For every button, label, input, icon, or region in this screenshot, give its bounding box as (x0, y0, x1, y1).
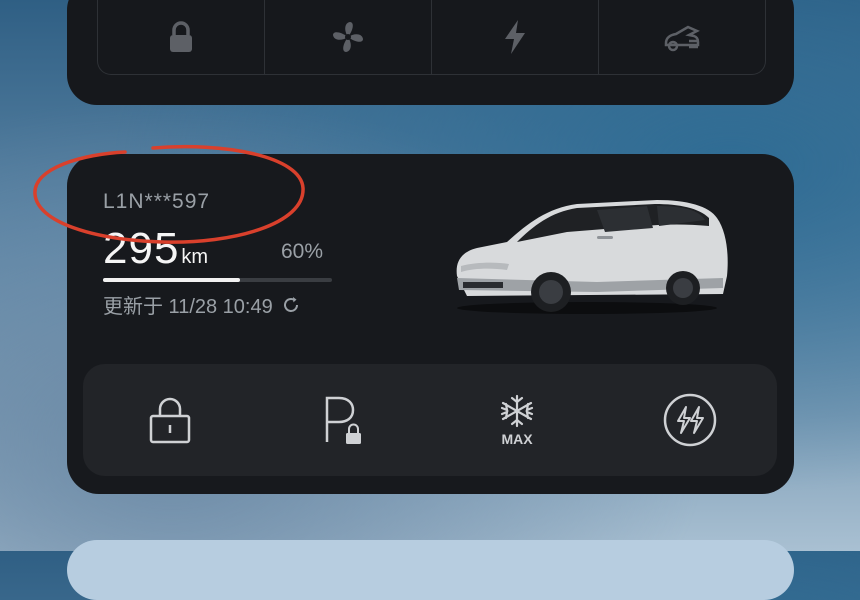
parking-lock-button[interactable] (257, 364, 431, 476)
battery-bar-fill (103, 278, 241, 282)
annotation-circle (33, 144, 305, 244)
trunk-icon (664, 25, 700, 52)
refresh-icon[interactable] (281, 295, 301, 315)
lock-button[interactable] (83, 364, 257, 476)
last-updated: 更新于 11/28 10:49 (103, 290, 301, 319)
vehicle-status-widget[interactable]: L1N***597 295 km 60% 更新于 11/28 10:49 MAX (33, 144, 794, 494)
lock-icon (170, 21, 192, 52)
top-button-row (97, 0, 766, 75)
top-control-widget (67, 0, 794, 105)
top-lock-button[interactable] (98, 0, 265, 74)
quick-controls: MAX (83, 364, 777, 476)
defrost-max-label: MAX (501, 431, 533, 447)
fan-icon (333, 22, 363, 52)
top-charge-button[interactable] (432, 0, 599, 74)
charging-icon (664, 393, 717, 447)
parking-lock-icon (326, 396, 362, 444)
defrost-max-button[interactable]: MAX (430, 364, 604, 476)
battery-bar (103, 278, 332, 282)
lightning-icon (505, 20, 525, 54)
lock-icon (149, 397, 190, 444)
next-widget (67, 540, 794, 600)
charging-button[interactable] (604, 364, 778, 476)
car-image (456, 200, 728, 314)
top-fan-button[interactable] (265, 0, 432, 74)
defrost-max-icon: MAX (500, 394, 533, 447)
top-trunk-button[interactable] (599, 0, 765, 74)
last-updated-text: 更新于 11/28 10:49 (103, 296, 273, 318)
